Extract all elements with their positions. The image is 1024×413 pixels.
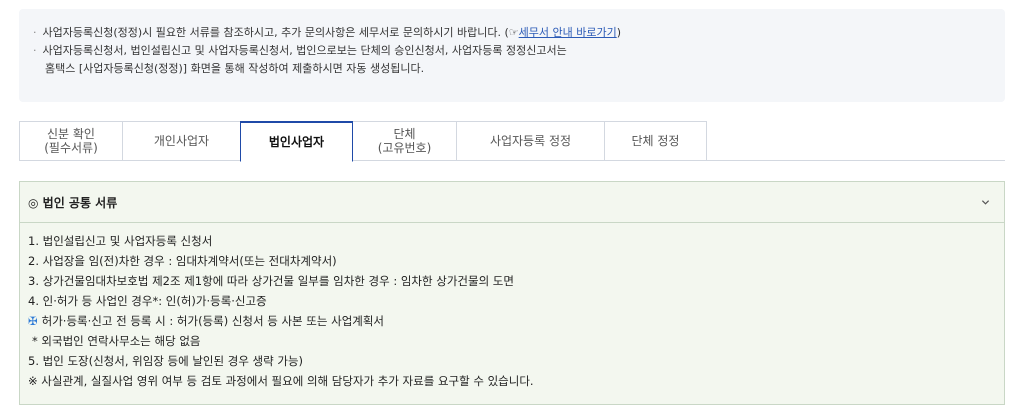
- list-item: 3. 상가건물임대차보호법 제2조 제1항에 따라 상가건물 일부를 임차한 경…: [28, 274, 514, 288]
- list-item: 1. 법인설립신고 및 사업자등록 신청서: [28, 234, 213, 248]
- tab-label: 단체 정정: [631, 134, 680, 148]
- list-item-note: * 외국법인 연락사무소는 해당 없음: [32, 334, 201, 348]
- tab-label: 단체: [393, 127, 416, 141]
- notice-box: · 사업자등록신청(정정)시 필요한 서류를 참조하시고, 추가 문의사항은 세무…: [19, 9, 1005, 102]
- notice-line-1: · 사업자등록신청(정정)시 필요한 서류를 참조하시고, 추가 문의사항은 세무…: [33, 24, 1005, 42]
- tab-label: 법인사업자: [268, 135, 325, 149]
- list-item: ✠ 허가·등록·신고 전 등록 시 : 허가(등록) 신청서 등 사본 또는 사업…: [28, 311, 1004, 331]
- tab-registration-correction[interactable]: 사업자등록 정정: [456, 121, 604, 161]
- tab-organization[interactable]: 단체 (고유번호): [353, 121, 456, 161]
- tab-corporate-business[interactable]: 법인사업자: [240, 121, 353, 162]
- chevron-down-icon[interactable]: [981, 198, 990, 207]
- list-item: 4. 인·허가 등 사업인 경우*: 인(허)가·등록·신고증: [28, 294, 267, 308]
- notice-line-3: 홈택스 [사업자등록신청(정정)] 화면을 통해 작성하여 제출하시면 자동 생…: [45, 62, 425, 75]
- bullet-dot: ·: [33, 26, 37, 39]
- list-item: 2. 사업장을 임(전)차한 경우 : 임대차계약서(또는 전대차계약서): [28, 254, 337, 268]
- list-item-text: 허가·등록·신고 전 등록 시 : 허가(등록) 신청서 등 사본 또는 사업계…: [41, 314, 385, 328]
- notice-text-1: 사업자등록신청(정정)시 필요한 서류를 참조하시고, 추가 문의사항은 세무서…: [42, 26, 519, 39]
- notice-close-paren: ): [616, 26, 621, 39]
- corporate-documents-panel: ◎ 법인 공통 서류 1. 법인설립신고 및 사업자등록 신청서 2. 사업장을…: [19, 181, 1005, 405]
- tab-bar: 신분 확인 (필수서류) 개인사업자 법인사업자 단체 (고유번호) 사업자등록 정…: [19, 121, 707, 162]
- panel-body: 1. 법인설립신고 및 사업자등록 신청서 2. 사업장을 임(전)차한 경우 …: [20, 223, 1004, 391]
- tab-sublabel: (필수서류): [44, 141, 98, 155]
- tax-office-guide-link[interactable]: 세무서 안내 바로가기: [519, 26, 617, 39]
- notice-text-2: 사업자등록신청서, 법인설립신고 및 사업자등록신청서, 법인으로보는 단체의 …: [42, 44, 567, 57]
- list-item: ※ 사실관계, 실질사업 영위 여부 등 검토 과정에서 필요에 의해 담당자가…: [28, 374, 534, 388]
- list-item: 5. 법인 도장(신청서, 위임장 등에 날인된 경우 생략 가능): [28, 354, 304, 368]
- cross-icon: ✠: [28, 314, 38, 328]
- tab-organization-correction[interactable]: 단체 정정: [604, 121, 707, 161]
- tab-label: 사업자등록 정정: [489, 134, 572, 148]
- panel-title: ◎ 법인 공통 서류: [28, 195, 118, 210]
- tab-label: 신분 확인: [47, 127, 95, 141]
- notice-line-2: · 사업자등록신청서, 법인설립신고 및 사업자등록신청서, 법인으로보는 단체의…: [33, 42, 1005, 60]
- panel-header[interactable]: ◎ 법인 공통 서류: [20, 182, 1004, 223]
- bullet-dot: ·: [33, 44, 37, 57]
- tab-individual-business[interactable]: 개인사업자: [122, 121, 240, 161]
- tab-sublabel: (고유번호): [377, 141, 432, 155]
- tab-label: 개인사업자: [153, 134, 210, 148]
- tab-identity-verification[interactable]: 신분 확인 (필수서류): [19, 121, 122, 161]
